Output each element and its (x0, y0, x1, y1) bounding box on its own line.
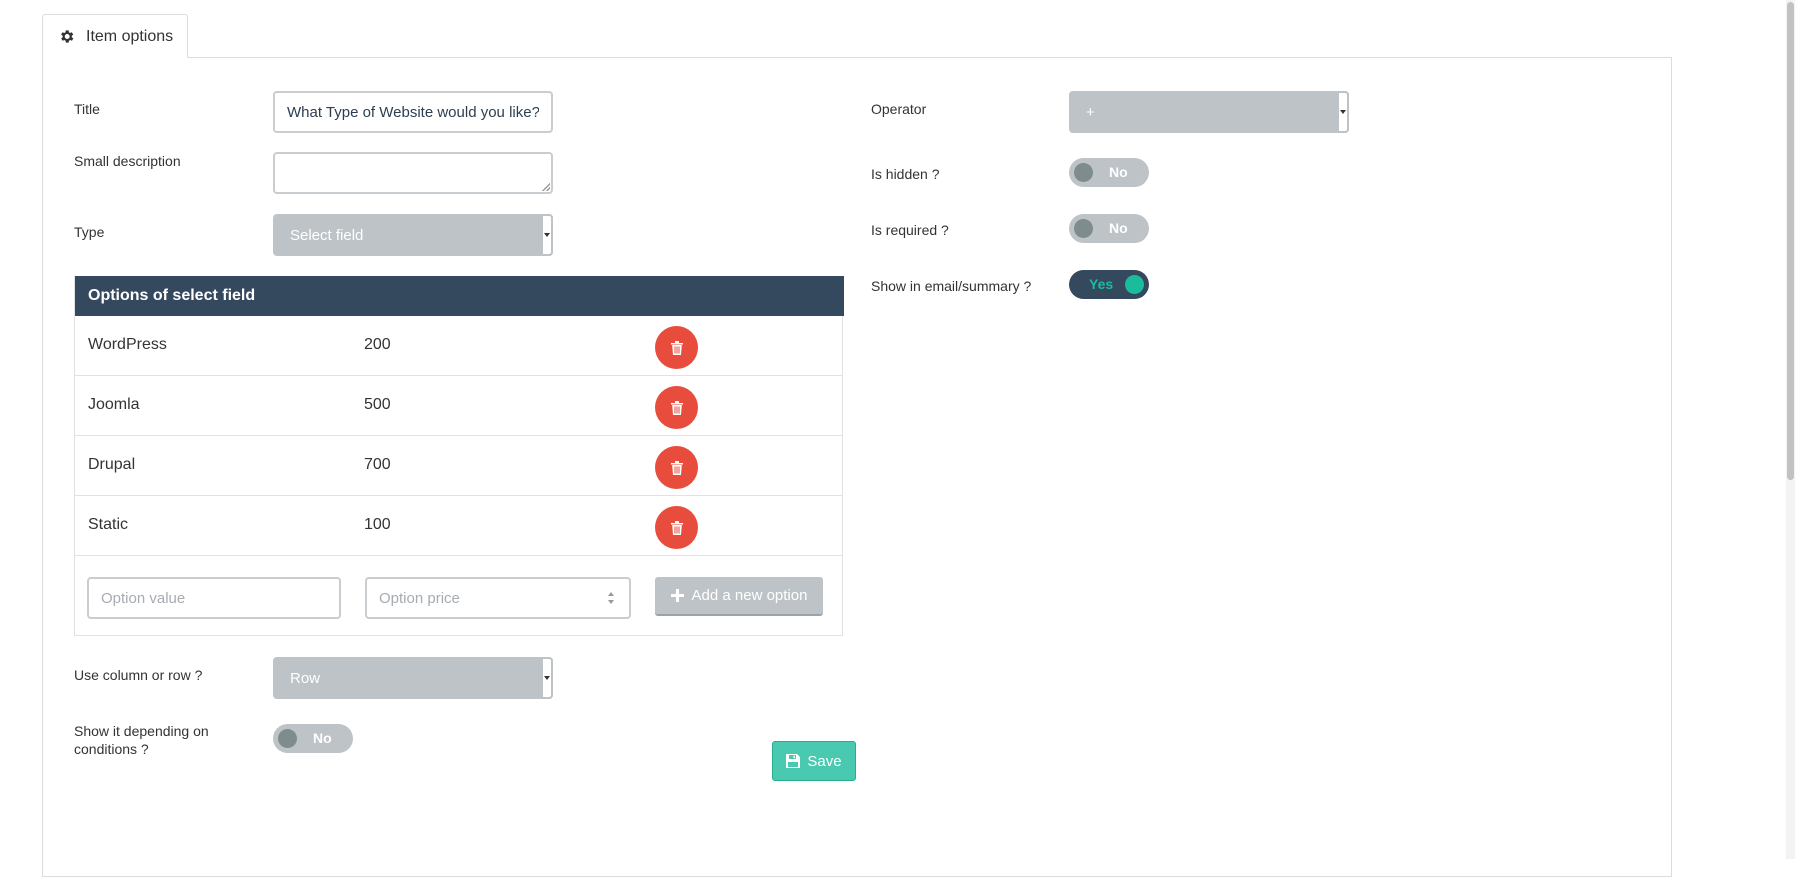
delete-option-button[interactable] (655, 386, 698, 429)
options-table-header: Options of select field (75, 276, 844, 316)
trash-icon (670, 460, 683, 475)
scrollbar-thumb[interactable] (1787, 2, 1794, 480)
trash-icon (670, 400, 683, 415)
trash-icon (670, 340, 683, 355)
is-required-label: Is required ? (871, 222, 949, 238)
chevron-down-icon (541, 214, 553, 256)
delete-option-button[interactable] (655, 446, 698, 489)
floppy-disk-icon (786, 754, 801, 768)
option-price: 500 (364, 396, 391, 413)
option-price: 700 (364, 456, 391, 473)
small-description-label: Small description (74, 153, 181, 169)
show-depending-on-conditions-label: Show it depending on conditions ? (74, 723, 209, 757)
small-description-textarea[interactable] (273, 152, 553, 194)
option-name: Drupal (88, 456, 136, 473)
plus-icon (670, 589, 684, 602)
operator-label: Operator (871, 101, 927, 117)
type-label: Type (74, 224, 105, 240)
trash-icon (670, 520, 683, 535)
is-hidden-label: Is hidden ? (871, 166, 940, 182)
table-row: Joomla 500 (75, 376, 842, 436)
add-new-option-label: Add a new option (691, 587, 808, 604)
add-new-option-button[interactable]: Add a new option (655, 577, 823, 616)
tab-item-options[interactable]: Item options (42, 14, 188, 58)
is-hidden-toggle[interactable]: No (1069, 158, 1149, 187)
show-in-email-summary-label: Show in email/summary ? (871, 278, 1032, 294)
is-required-toggle[interactable]: No (1069, 214, 1149, 243)
chevron-down-icon (1337, 91, 1349, 133)
tab-label: Item options (86, 27, 174, 45)
delete-option-button[interactable] (655, 506, 698, 549)
toggle-knob (1125, 275, 1144, 294)
toggle-knob (1074, 219, 1093, 238)
table-row: WordPress 200 (75, 316, 842, 376)
type-select[interactable]: Select field (273, 214, 553, 256)
toggle-knob (278, 729, 297, 748)
use-column-or-row-select[interactable]: Row (273, 657, 553, 699)
option-price: 100 (364, 516, 391, 533)
operator-select[interactable]: + (1069, 91, 1349, 133)
type-select-value: Select field (290, 226, 364, 244)
vertical-scrollbar[interactable] (1786, 0, 1795, 859)
table-row: Drupal 700 (75, 436, 842, 496)
chevron-down-icon (541, 657, 553, 699)
table-row: Static 100 (75, 496, 842, 556)
option-value-input[interactable] (87, 577, 341, 619)
toggle-state-label: No (313, 730, 332, 746)
operator-select-value: + (1086, 103, 1095, 121)
show-depending-on-conditions-toggle[interactable]: No (273, 724, 353, 753)
use-column-or-row-label: Use column or row ? (74, 667, 203, 683)
toggle-state-label: Yes (1089, 276, 1114, 292)
use-column-or-row-value: Row (290, 669, 321, 687)
number-spinner-icon[interactable] (607, 591, 615, 605)
option-name: Static (88, 516, 129, 533)
show-in-email-summary-toggle[interactable]: Yes (1069, 270, 1149, 299)
toggle-knob (1074, 163, 1093, 182)
save-button[interactable]: Save (772, 741, 856, 781)
option-name: Joomla (88, 396, 140, 413)
delete-option-button[interactable] (655, 326, 698, 369)
toggle-state-label: No (1109, 164, 1128, 180)
title-label: Title (74, 101, 100, 117)
option-price-input[interactable] (365, 577, 631, 619)
gear-icon (58, 28, 75, 45)
toggle-state-label: No (1109, 220, 1128, 236)
save-label: Save (807, 752, 842, 770)
option-name: WordPress (88, 336, 167, 353)
title-input[interactable] (273, 91, 553, 133)
option-price: 200 (364, 336, 391, 353)
